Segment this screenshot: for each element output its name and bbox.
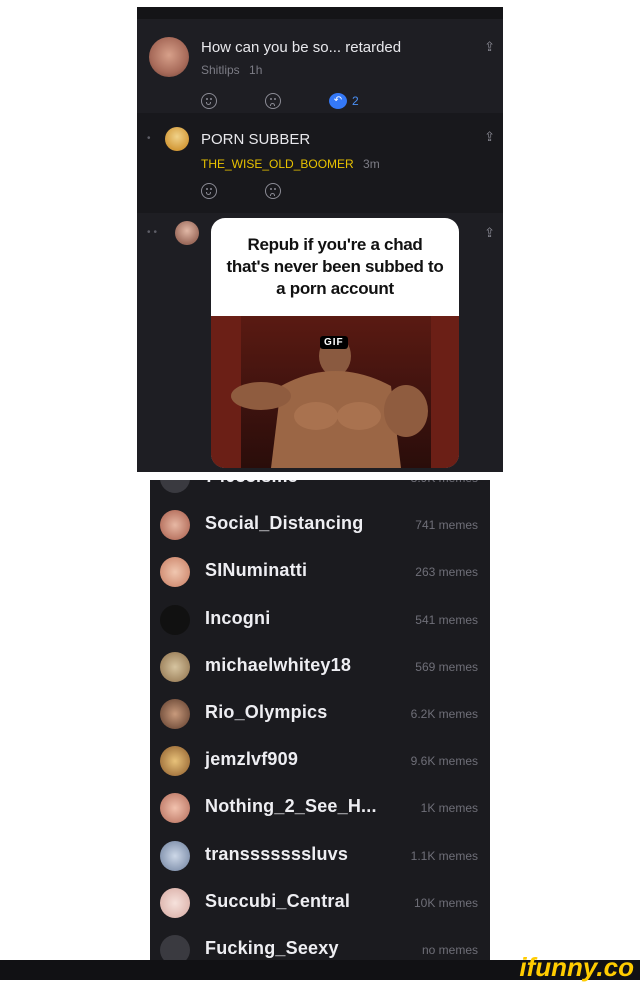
- account-name: Nothing_2_See_H...: [205, 796, 377, 817]
- meme-count: 263 memes: [415, 565, 478, 580]
- meme-count: 741 memes: [415, 518, 478, 533]
- avatar: [160, 557, 190, 588]
- avatar: [160, 604, 190, 635]
- reaction-bar: ↶ 2: [201, 93, 359, 109]
- list-item[interactable]: Nothing_2_See_H... 1K memes: [150, 786, 490, 833]
- meme-count: 1.1K memes: [410, 848, 478, 863]
- account-name: SINuminatti: [205, 560, 308, 581]
- account-name: Incogni: [205, 607, 271, 628]
- account-name: transssssssluvs: [205, 843, 349, 864]
- list-item[interactable]: michaelwhitey18 569 memes: [150, 645, 490, 692]
- meme-card[interactable]: Repub if you're a chad that's never been…: [211, 218, 459, 468]
- avatar: [160, 510, 190, 541]
- comments-panel: How can you be so... retarded Shitlips 1…: [137, 7, 503, 472]
- comment-time: 3m: [363, 157, 380, 171]
- meme-count: 569 memes: [415, 659, 478, 674]
- account-name: Fucking_Seexy: [205, 938, 339, 958]
- reply-icon: ↶: [329, 93, 347, 109]
- frown-icon[interactable]: [265, 183, 281, 199]
- comment-1: How can you be so... retarded Shitlips 1…: [137, 19, 503, 119]
- avatar: [160, 935, 190, 960]
- reaction-bar: [201, 183, 281, 199]
- meme-caption: Repub if you're a chad that's never been…: [226, 235, 444, 298]
- account-name: michaelwhitey18: [205, 654, 352, 675]
- avatar: [160, 840, 190, 871]
- account-name: 74055isme: [205, 480, 298, 487]
- list-item[interactable]: Rio_Olympics 6.2K memes: [150, 692, 490, 739]
- comment-text: How can you be so... retarded: [201, 39, 402, 56]
- list-item[interactable]: 74055isme 8.9K memes: [150, 480, 490, 503]
- comment-username[interactable]: Shitlips: [201, 63, 240, 77]
- avatar: [160, 887, 190, 918]
- frown-icon[interactable]: [265, 93, 281, 109]
- comment-time: 1h: [249, 63, 263, 77]
- account-name: Social_Distancing: [205, 513, 364, 534]
- smile-icon[interactable]: [201, 183, 217, 199]
- list-item[interactable]: transssssssluvs 1.1K memes: [150, 834, 490, 881]
- avatar[interactable]: [165, 127, 189, 151]
- avatar[interactable]: [175, 221, 199, 245]
- share-icon[interactable]: ⇪: [484, 225, 495, 241]
- gif-badge: GIF: [320, 336, 348, 349]
- comment-text: PORN SUBBER: [201, 131, 311, 148]
- avatar: [160, 699, 190, 729]
- list-item[interactable]: SINuminatti 263 memes: [150, 550, 490, 597]
- account-name: Succubi_Central: [205, 890, 351, 911]
- replies-button[interactable]: ↶ 2: [329, 93, 359, 109]
- comment-2: • PORN SUBBER THE_WISE_OLD_BOOMER 3m ⇪: [137, 113, 503, 213]
- meme-count: 10K memes: [413, 895, 478, 910]
- footer-bar: ifunny.co: [0, 952, 640, 982]
- list-item[interactable]: Social_Distancing 741 memes: [150, 503, 490, 550]
- comment-meta: Shitlips 1h: [201, 63, 262, 77]
- status-strip: [137, 7, 503, 19]
- meme-image: GIF: [211, 316, 459, 468]
- avatar: [160, 793, 190, 824]
- meme-count: 1K memes: [420, 801, 478, 816]
- reply-count: 2: [352, 94, 359, 108]
- ifunny-logo: ifunny.co: [519, 952, 634, 982]
- subscriptions-list: 74055isme 8.9K memes Social_Distancing 741 …: [150, 480, 490, 960]
- comment-meta: THE_WISE_OLD_BOOMER 3m: [201, 157, 380, 171]
- avatar[interactable]: [149, 37, 189, 77]
- share-icon[interactable]: ⇪: [484, 39, 495, 55]
- avatar: [160, 480, 190, 493]
- list-item[interactable]: Incogni 541 memes: [150, 598, 490, 645]
- account-name: jemzlvf909: [205, 749, 299, 770]
- account-name: Rio_Olympics: [205, 702, 328, 722]
- list-item[interactable]: Fucking_Seexy no memes: [150, 928, 490, 960]
- smile-icon[interactable]: [201, 93, 217, 109]
- meme-count: no memes: [421, 943, 478, 957]
- meme-count: 8.9K memes: [411, 480, 478, 485]
- list-item[interactable]: Succubi_Central 10K memes: [150, 881, 490, 928]
- avatar: [160, 746, 190, 777]
- list-item[interactable]: jemzlvf909 9.6K memes: [150, 739, 490, 786]
- thread-dot: •: [147, 133, 154, 144]
- thread-dots: ••: [147, 227, 161, 238]
- meme-count: 6.2K memes: [410, 707, 478, 721]
- meme-count: 541 memes: [415, 612, 478, 627]
- share-icon[interactable]: ⇪: [484, 129, 495, 145]
- meme-count: 9.6K memes: [410, 754, 478, 769]
- comment-username[interactable]: THE_WISE_OLD_BOOMER: [201, 157, 354, 171]
- avatar: [160, 651, 190, 682]
